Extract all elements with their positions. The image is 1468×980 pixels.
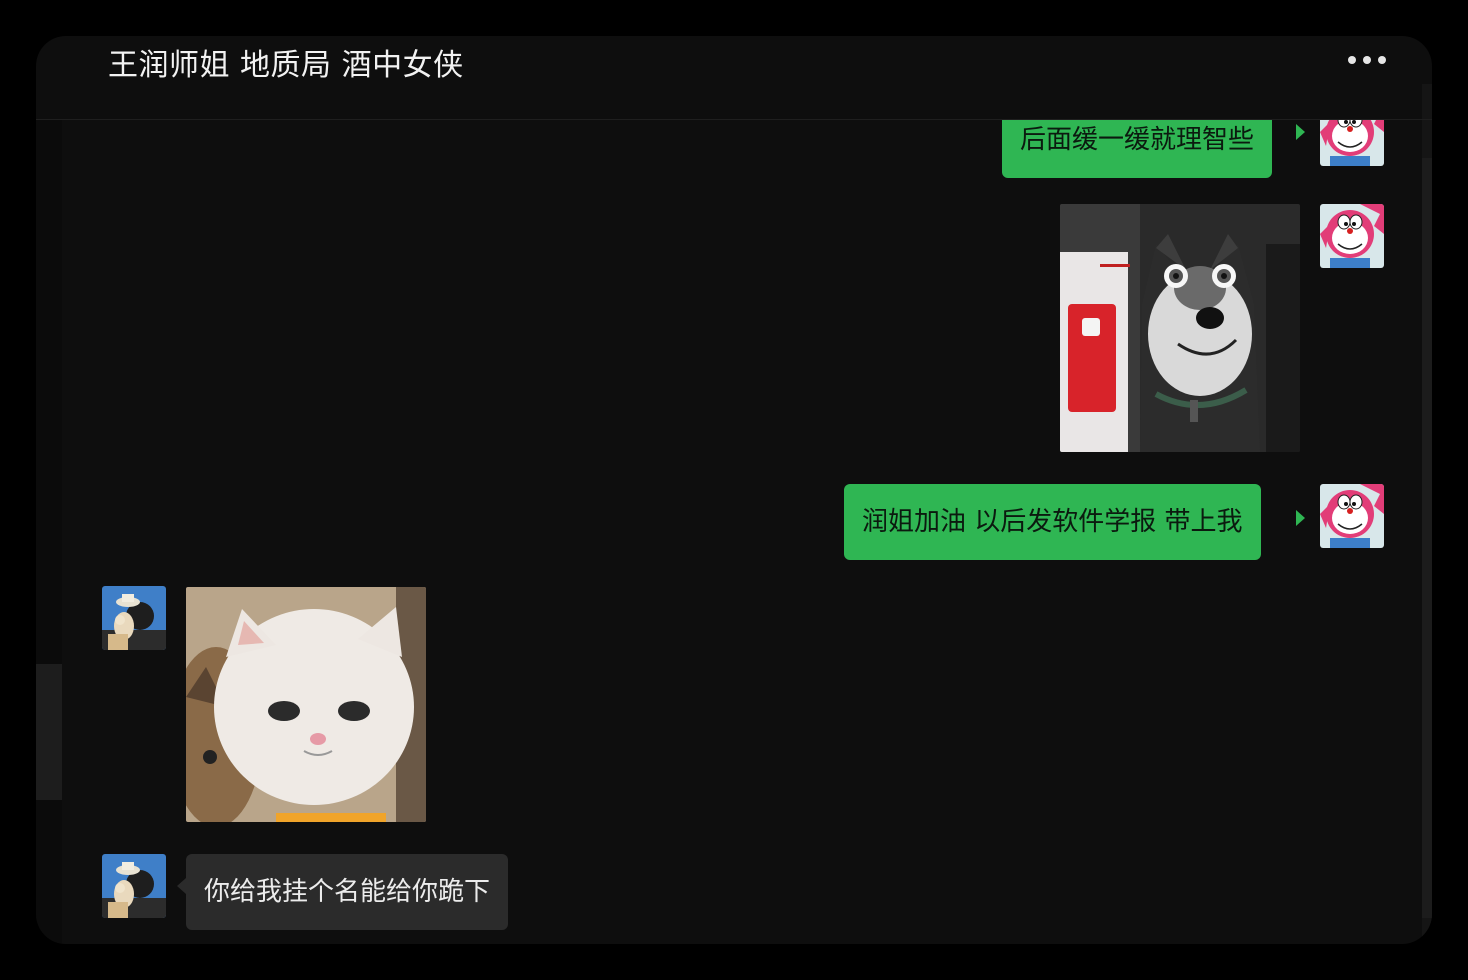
doraemon-avatar-image	[1320, 484, 1384, 548]
more-dots-icon[interactable]	[1348, 54, 1386, 66]
message-text: 后面缓一缓就理智些	[1020, 125, 1255, 155]
contact-avatar[interactable]	[102, 854, 166, 918]
contact-message-bubble[interactable]: 你给我挂个名能给你跪下	[186, 854, 509, 930]
dot	[1348, 56, 1356, 64]
dot	[1363, 56, 1371, 64]
message-text: 你给我挂个名能给你跪下	[204, 877, 491, 907]
message-text: 润姐加油 以后发软件学报 带上我	[862, 507, 1243, 537]
dot	[1378, 56, 1386, 64]
bubble-tail	[177, 878, 186, 894]
chat-title: 王润师姐 地质局 酒中女侠	[108, 48, 464, 83]
bubble-tail	[1296, 510, 1305, 526]
my-avatar[interactable]	[1320, 204, 1384, 268]
my-avatar[interactable]	[1320, 484, 1384, 548]
my-message-bubble[interactable]: 后面缓一缓就理智些	[1002, 120, 1273, 178]
doraemon-avatar-image	[1320, 204, 1384, 268]
white-cat-sticker[interactable]	[186, 587, 426, 822]
message-list[interactable]: 后面缓一缓就理智些 润姐加油 以后发软件学报 带上我 你给我挂个名能给你跪下	[36, 120, 1432, 944]
bubble-tail	[1296, 124, 1305, 140]
contact-avatar-image	[102, 854, 166, 918]
chat-window: 王润师姐 地质局 酒中女侠 后面缓一缓就理智些 润姐加油 以后发软件学报 带上我…	[36, 36, 1432, 944]
my-message-bubble[interactable]: 润姐加油 以后发软件学报 带上我	[844, 484, 1261, 560]
contact-avatar[interactable]	[102, 586, 166, 650]
contact-avatar-image	[102, 586, 166, 650]
husky-dog-sticker[interactable]	[1060, 204, 1300, 452]
my-avatar[interactable]	[1320, 120, 1384, 166]
doraemon-avatar-image	[1320, 120, 1384, 166]
chat-header: 王润师姐 地质局 酒中女侠	[36, 36, 1432, 120]
